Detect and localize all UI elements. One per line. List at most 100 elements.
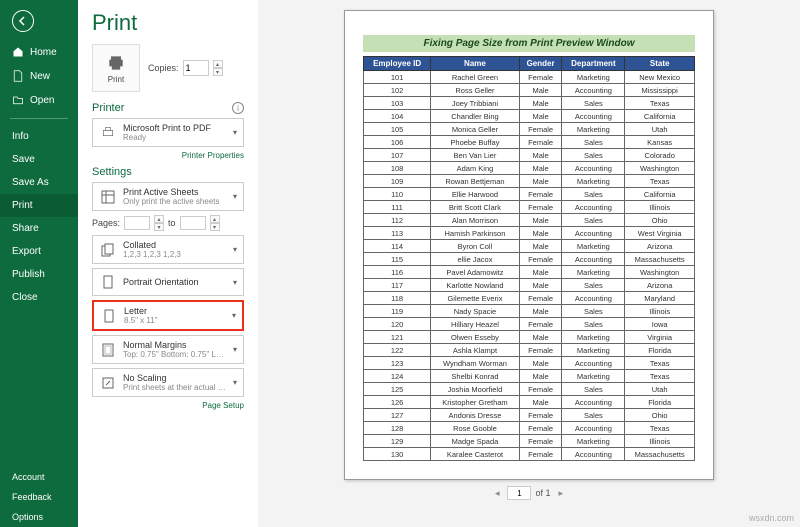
sidebar-item-close[interactable]: Close: [0, 286, 78, 309]
print-settings-panel: Print Print Copies: ▴▾ Printeri Microsof…: [78, 0, 258, 527]
watermark: wsxdn.com: [749, 513, 794, 523]
chevron-down-icon: ▾: [233, 345, 237, 354]
main-content: Print Print Copies: ▴▾ Printeri Microsof…: [78, 0, 800, 527]
table-row: 128Rose GoobleFemaleAccountingTexas: [364, 422, 695, 435]
new-icon: [12, 70, 24, 82]
sidebar-item-export[interactable]: Export: [0, 240, 78, 263]
printer-device-icon: [99, 124, 117, 142]
table-row: 104Chandler BingMaleAccountingCalifornia: [364, 110, 695, 123]
chevron-down-icon: ▾: [232, 311, 236, 320]
print-what-dropdown[interactable]: Print Active SheetsOnly print the active…: [92, 182, 244, 211]
sidebar-item-feedback[interactable]: Feedback: [0, 487, 78, 507]
preview-table: Employee IDNameGenderDepartmentState 101…: [363, 56, 695, 461]
printer-icon: [106, 53, 126, 73]
chevron-down-icon: ▾: [233, 192, 237, 201]
page-title: Print: [92, 10, 244, 36]
table-row: 112Alan MorrisonMaleSalesOhio: [364, 214, 695, 227]
table-row: 106Phoebe BuffayFemaleSalesKansas: [364, 136, 695, 149]
page-navigation: ◂ of 1 ▸: [491, 486, 567, 500]
orientation-dropdown[interactable]: Portrait Orientation ▾: [92, 268, 244, 296]
sidebar-item-save[interactable]: Save: [0, 148, 78, 171]
table-row: 115ellie JacoxFemaleAccountingMassachuse…: [364, 253, 695, 266]
sheet-icon: [99, 188, 117, 206]
sidebar-item-new[interactable]: New: [0, 64, 78, 88]
table-row: 124Shelbi KonradMaleMarketingTexas: [364, 370, 695, 383]
table-row: 110Ellie HarwoodFemaleSalesCalifornia: [364, 188, 695, 201]
scaling-icon: [99, 374, 117, 392]
sidebar-item-share[interactable]: Share: [0, 217, 78, 240]
table-row: 129Madge SpadaFemaleMarketingIllinois: [364, 435, 695, 448]
sidebar-item-account[interactable]: Account: [0, 467, 78, 487]
table-header: Employee ID: [364, 57, 431, 71]
table-row: 103Joey TribbianiMaleSalesTexas: [364, 97, 695, 110]
table-header: Gender: [519, 57, 562, 71]
table-row: 120Hilliary HeazelFemaleSalesIowa: [364, 318, 695, 331]
chevron-down-icon: ▾: [233, 128, 237, 137]
current-page-input[interactable]: [507, 486, 531, 500]
margins-icon: [99, 341, 117, 359]
table-row: 126Kristopher GrethamMaleAccountingFlori…: [364, 396, 695, 409]
collate-icon: [99, 241, 117, 259]
pages-range: Pages: ▴▾ to ▴▾: [92, 215, 244, 231]
table-row: 113Hamish ParkinsonMaleAccountingWest Vi…: [364, 227, 695, 240]
table-header: State: [625, 57, 695, 71]
backstage-sidebar: Home New Open Info Save Save As Print Sh…: [0, 0, 78, 527]
table-row: 127Andonis DresseFemaleSalesOhio: [364, 409, 695, 422]
page-setup-link[interactable]: Page Setup: [92, 401, 244, 410]
printer-section-label: Printeri: [92, 102, 244, 114]
next-page-button[interactable]: ▸: [555, 488, 568, 499]
sidebar-item-open[interactable]: Open: [0, 88, 78, 112]
print-preview-area: Fixing Page Size from Print Preview Wind…: [258, 0, 800, 527]
table-row: 130Karalee CasterotFemaleAccountingMassa…: [364, 448, 695, 461]
page-icon: [100, 307, 118, 325]
chevron-down-icon: ▾: [233, 278, 237, 287]
chevron-down-icon: ▾: [233, 378, 237, 387]
table-header: Name: [431, 57, 520, 71]
home-icon: [12, 46, 24, 58]
table-row: 117Karlotte NowlandMaleSalesArizona: [364, 279, 695, 292]
table-row: 102Ross GellerMaleAccountingMississippi: [364, 84, 695, 97]
sidebar-item-publish[interactable]: Publish: [0, 263, 78, 286]
printer-properties-link[interactable]: Printer Properties: [92, 151, 244, 160]
copies-up[interactable]: ▴: [213, 60, 223, 68]
sidebar-item-options[interactable]: Options: [0, 507, 78, 527]
paper-size-dropdown[interactable]: Letter8.5" x 11" ▾: [92, 300, 244, 331]
table-row: 111Britt Scott ClarkFemaleAccountingIlli…: [364, 201, 695, 214]
copies-down[interactable]: ▾: [213, 68, 223, 76]
portrait-icon: [99, 273, 117, 291]
sidebar-item-info[interactable]: Info: [0, 125, 78, 148]
sidebar-item-home[interactable]: Home: [0, 40, 78, 64]
table-row: 114Byron CollMaleMarketingArizona: [364, 240, 695, 253]
copies-control: Copies: ▴▾: [148, 60, 223, 76]
table-row: 108Adam KingMaleAccountingWashington: [364, 162, 695, 175]
table-row: 116Pavel AdamowitzMaleMarketingWashingto…: [364, 266, 695, 279]
preview-page: Fixing Page Size from Print Preview Wind…: [344, 10, 714, 480]
chevron-down-icon: ▾: [233, 245, 237, 254]
table-header: Department: [562, 57, 625, 71]
printer-dropdown[interactable]: Microsoft Print to PDFReady ▾: [92, 118, 244, 147]
pages-to-input[interactable]: [180, 216, 206, 230]
table-row: 107Ben Van LierMaleSalesColorado: [364, 149, 695, 162]
scaling-dropdown[interactable]: No ScalingPrint sheets at their actual s…: [92, 368, 244, 397]
print-button[interactable]: Print: [92, 44, 140, 92]
printer-info-icon[interactable]: i: [232, 102, 244, 114]
table-row: 109Rowan BettjemanMaleMarketingTexas: [364, 175, 695, 188]
table-row: 119Nady SpacieMaleSalesIllinois: [364, 305, 695, 318]
sidebar-item-print[interactable]: Print: [0, 194, 78, 217]
pages-from-input[interactable]: [124, 216, 150, 230]
table-row: 121Olwen EssebyMaleMarketingVirginia: [364, 331, 695, 344]
table-row: 105Monica GellerFemaleMarketingUtah: [364, 123, 695, 136]
copies-input[interactable]: [183, 60, 209, 76]
back-button[interactable]: [12, 10, 34, 32]
table-row: 122Ashla KlamptFemaleMarketingFlorida: [364, 344, 695, 357]
table-row: 125Joshia MoorfieldFemaleSalesUtah: [364, 383, 695, 396]
prev-page-button[interactable]: ◂: [491, 488, 504, 499]
collation-dropdown[interactable]: Collated1,2,3 1,2,3 1,2,3 ▾: [92, 235, 244, 264]
settings-section-label: Settings: [92, 166, 244, 178]
table-row: 118Gilemette EverixFemaleAccountingMaryl…: [364, 292, 695, 305]
sidebar-item-saveas[interactable]: Save As: [0, 171, 78, 194]
table-row: 123Wyndham WormanMaleAccountingTexas: [364, 357, 695, 370]
open-icon: [12, 94, 24, 106]
margins-dropdown[interactable]: Normal MarginsTop: 0.75" Bottom: 0.75" L…: [92, 335, 244, 364]
preview-table-title: Fixing Page Size from Print Preview Wind…: [363, 35, 695, 52]
